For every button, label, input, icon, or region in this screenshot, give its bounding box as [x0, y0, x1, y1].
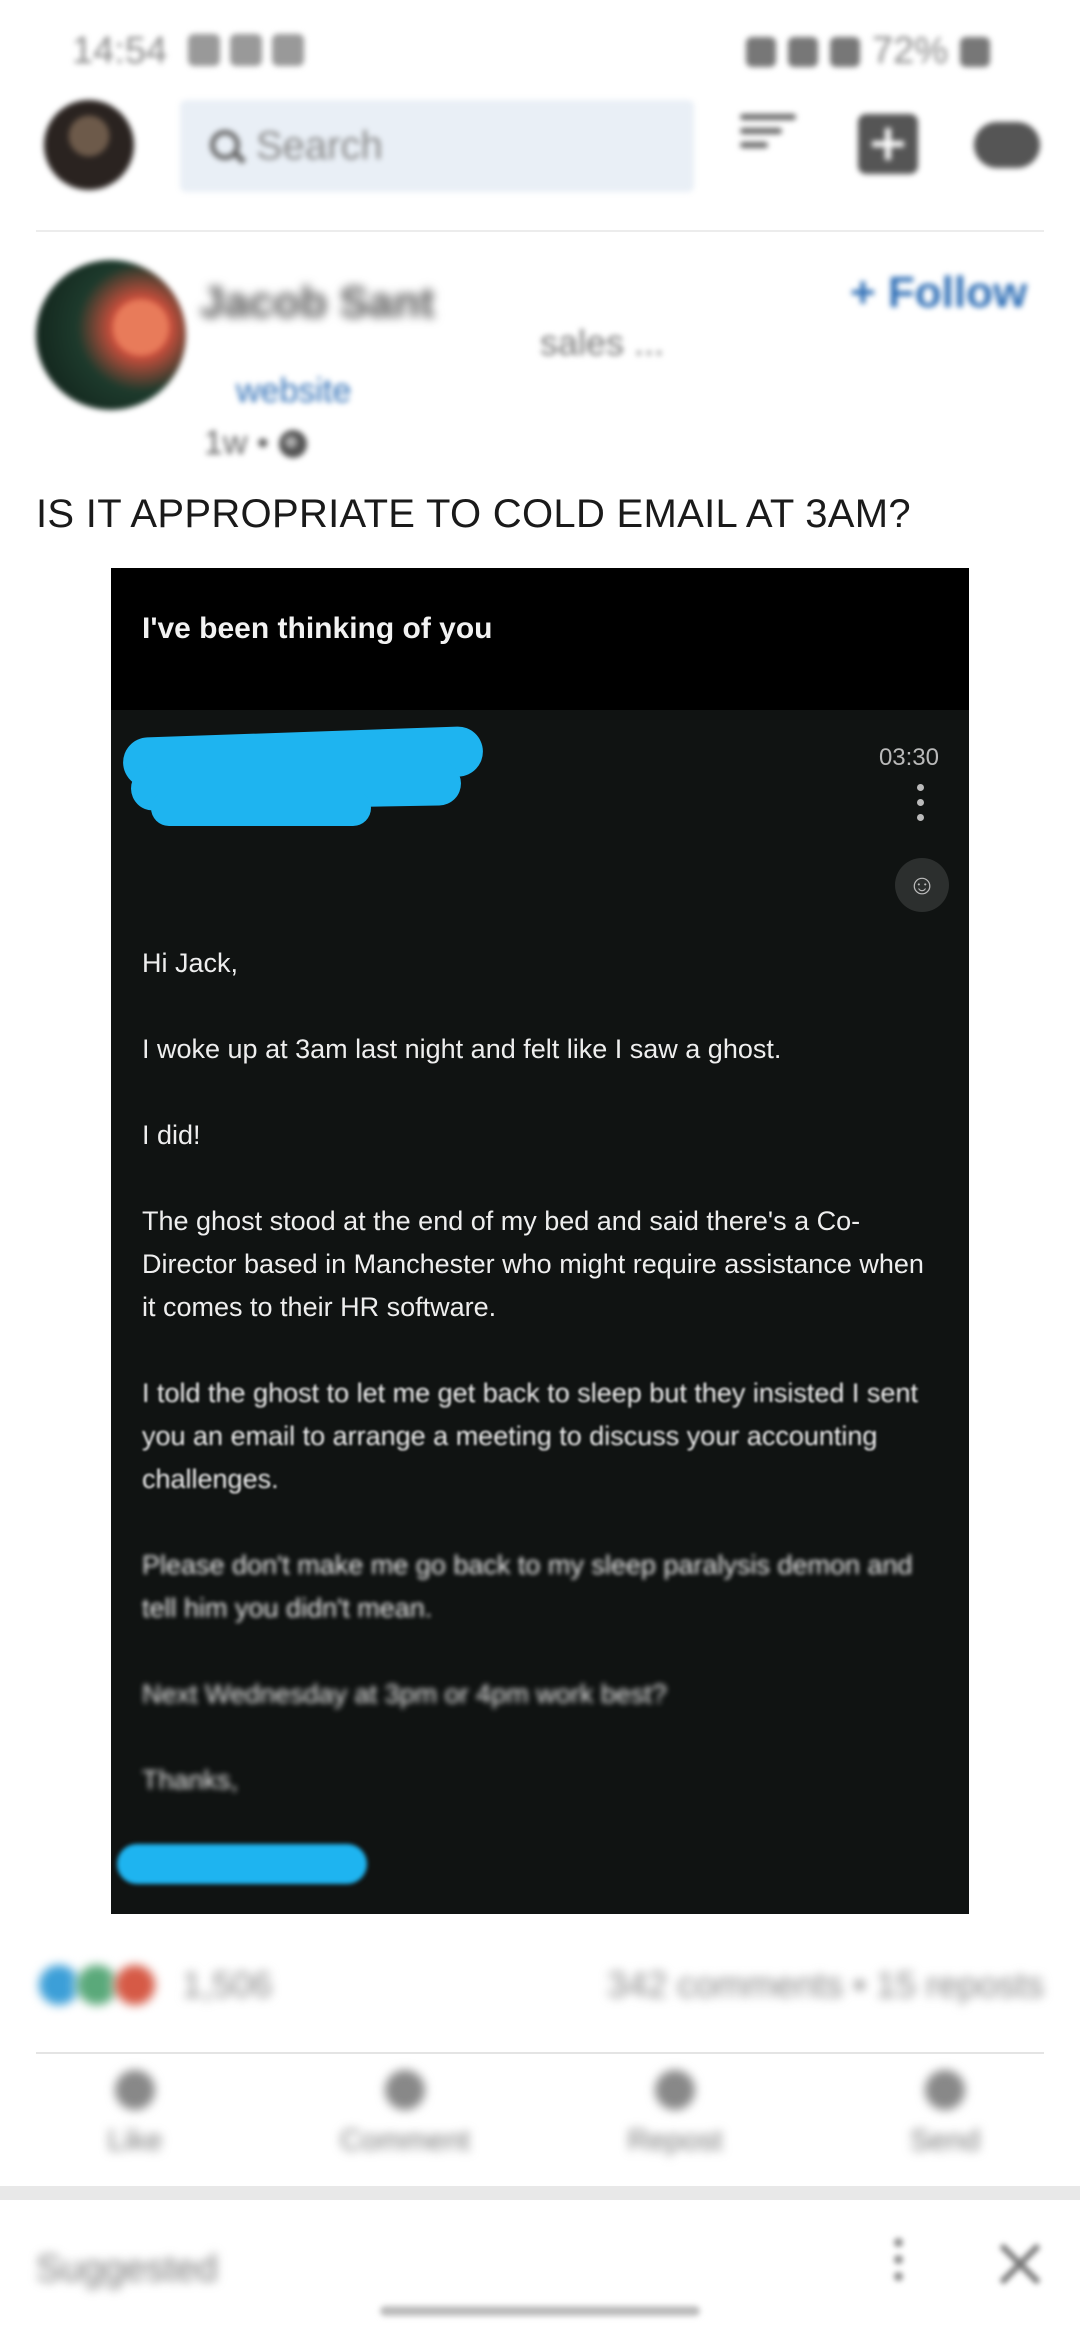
- globe-icon: [278, 429, 307, 458]
- action-label: Like: [107, 2124, 163, 2157]
- email-time: 03:30: [878, 744, 939, 771]
- reaction-count: 1,506: [182, 1964, 273, 2005]
- repost-icon: [655, 2070, 695, 2110]
- close-icon[interactable]: [996, 2240, 1044, 2288]
- messaging-icon[interactable]: [974, 122, 1040, 168]
- divider: [36, 2052, 1044, 2054]
- email-line: Thanks,: [142, 1765, 239, 1795]
- reactions-summary[interactable]: 1,506: [36, 1962, 272, 2008]
- email-line: Please don't make me go back to my sleep…: [142, 1550, 913, 1623]
- notification-icons: [188, 34, 304, 66]
- action-label: Repost: [627, 2124, 723, 2157]
- search-icon: [210, 130, 242, 162]
- more-options-icon: [917, 784, 925, 829]
- status-time: 14:54: [72, 30, 168, 72]
- engagement-summary[interactable]: 342 comments • 15 reposts: [607, 1964, 1044, 2006]
- add-post-icon[interactable]: [858, 114, 918, 174]
- calendar-icon: [188, 34, 220, 66]
- battery-icon: [960, 36, 990, 67]
- home-indicator[interactable]: [380, 2306, 700, 2316]
- sort-icon[interactable]: [740, 114, 800, 174]
- system-icons: 72%: [745, 30, 990, 73]
- emoji-icon: ☺: [895, 858, 949, 912]
- repost-button[interactable]: Repost: [575, 2060, 775, 2180]
- thumbs-up-icon: [115, 2070, 155, 2110]
- follow-button[interactable]: + Follow: [850, 268, 1027, 318]
- post-text: IS IT APPROPRIATE TO COLD EMAIL AT 3AM?: [36, 492, 911, 536]
- status-bar: 14:54 72%: [0, 0, 1080, 100]
- search-input[interactable]: Search: [180, 100, 694, 192]
- signal-icon: [829, 36, 860, 67]
- email-line: I told the ghost to let me get back to s…: [142, 1378, 918, 1494]
- send-button[interactable]: Send: [845, 2060, 1045, 2180]
- search-placeholder: Search: [256, 123, 383, 168]
- post-image[interactable]: I've been thinking of you 03:30 ☺ Hi Jac…: [111, 568, 969, 1914]
- author-headline: sales ...: [540, 322, 665, 363]
- email-line: The ghost stood at the end of my bed and…: [142, 1206, 924, 1322]
- author-avatar[interactable]: [36, 260, 186, 410]
- more-options-icon[interactable]: [894, 2238, 904, 2289]
- email-subject: I've been thinking of you: [142, 612, 493, 645]
- email-header: I've been thinking of you: [111, 568, 969, 710]
- alarm-icon: [745, 36, 776, 67]
- send-icon: [925, 2070, 965, 2110]
- post-age: 1w •: [204, 424, 307, 463]
- email-line: I woke up at 3am last night and felt lik…: [142, 1034, 782, 1064]
- email-line: Next Wednesday at 3pm or 4pm work best?: [142, 1679, 667, 1709]
- profile-avatar[interactable]: [44, 100, 134, 190]
- post-actions: Like Comment Repost Send: [0, 2060, 1080, 2180]
- battery-percent: 72%: [871, 30, 948, 72]
- post-age-text: 1w •: [204, 424, 269, 462]
- app-notification-icon: [230, 34, 262, 66]
- love-reaction-icon: [112, 1962, 158, 2008]
- action-label: Send: [909, 2124, 981, 2157]
- comment-icon: [385, 2070, 425, 2110]
- redaction-mark: [151, 790, 371, 826]
- divider: [36, 230, 1044, 232]
- suggested-label: Suggested: [36, 2248, 218, 2290]
- comment-button[interactable]: Comment: [305, 2060, 505, 2180]
- action-label: Comment: [339, 2124, 471, 2157]
- email-line: I did!: [142, 1120, 201, 1150]
- email-line: Hi Jack,: [142, 948, 239, 978]
- author-name[interactable]: Jacob Sant: [200, 278, 435, 328]
- wifi-icon: [787, 36, 818, 67]
- app-bar: Search: [0, 100, 1080, 230]
- email-body: Hi Jack, I woke up at 3am last night and…: [142, 942, 942, 1845]
- like-button[interactable]: Like: [35, 2060, 235, 2180]
- app-notification-icon: [272, 34, 304, 66]
- feed-separator: [0, 2186, 1080, 2200]
- author-website-link[interactable]: website: [236, 372, 351, 411]
- redaction-mark: [117, 1844, 367, 1884]
